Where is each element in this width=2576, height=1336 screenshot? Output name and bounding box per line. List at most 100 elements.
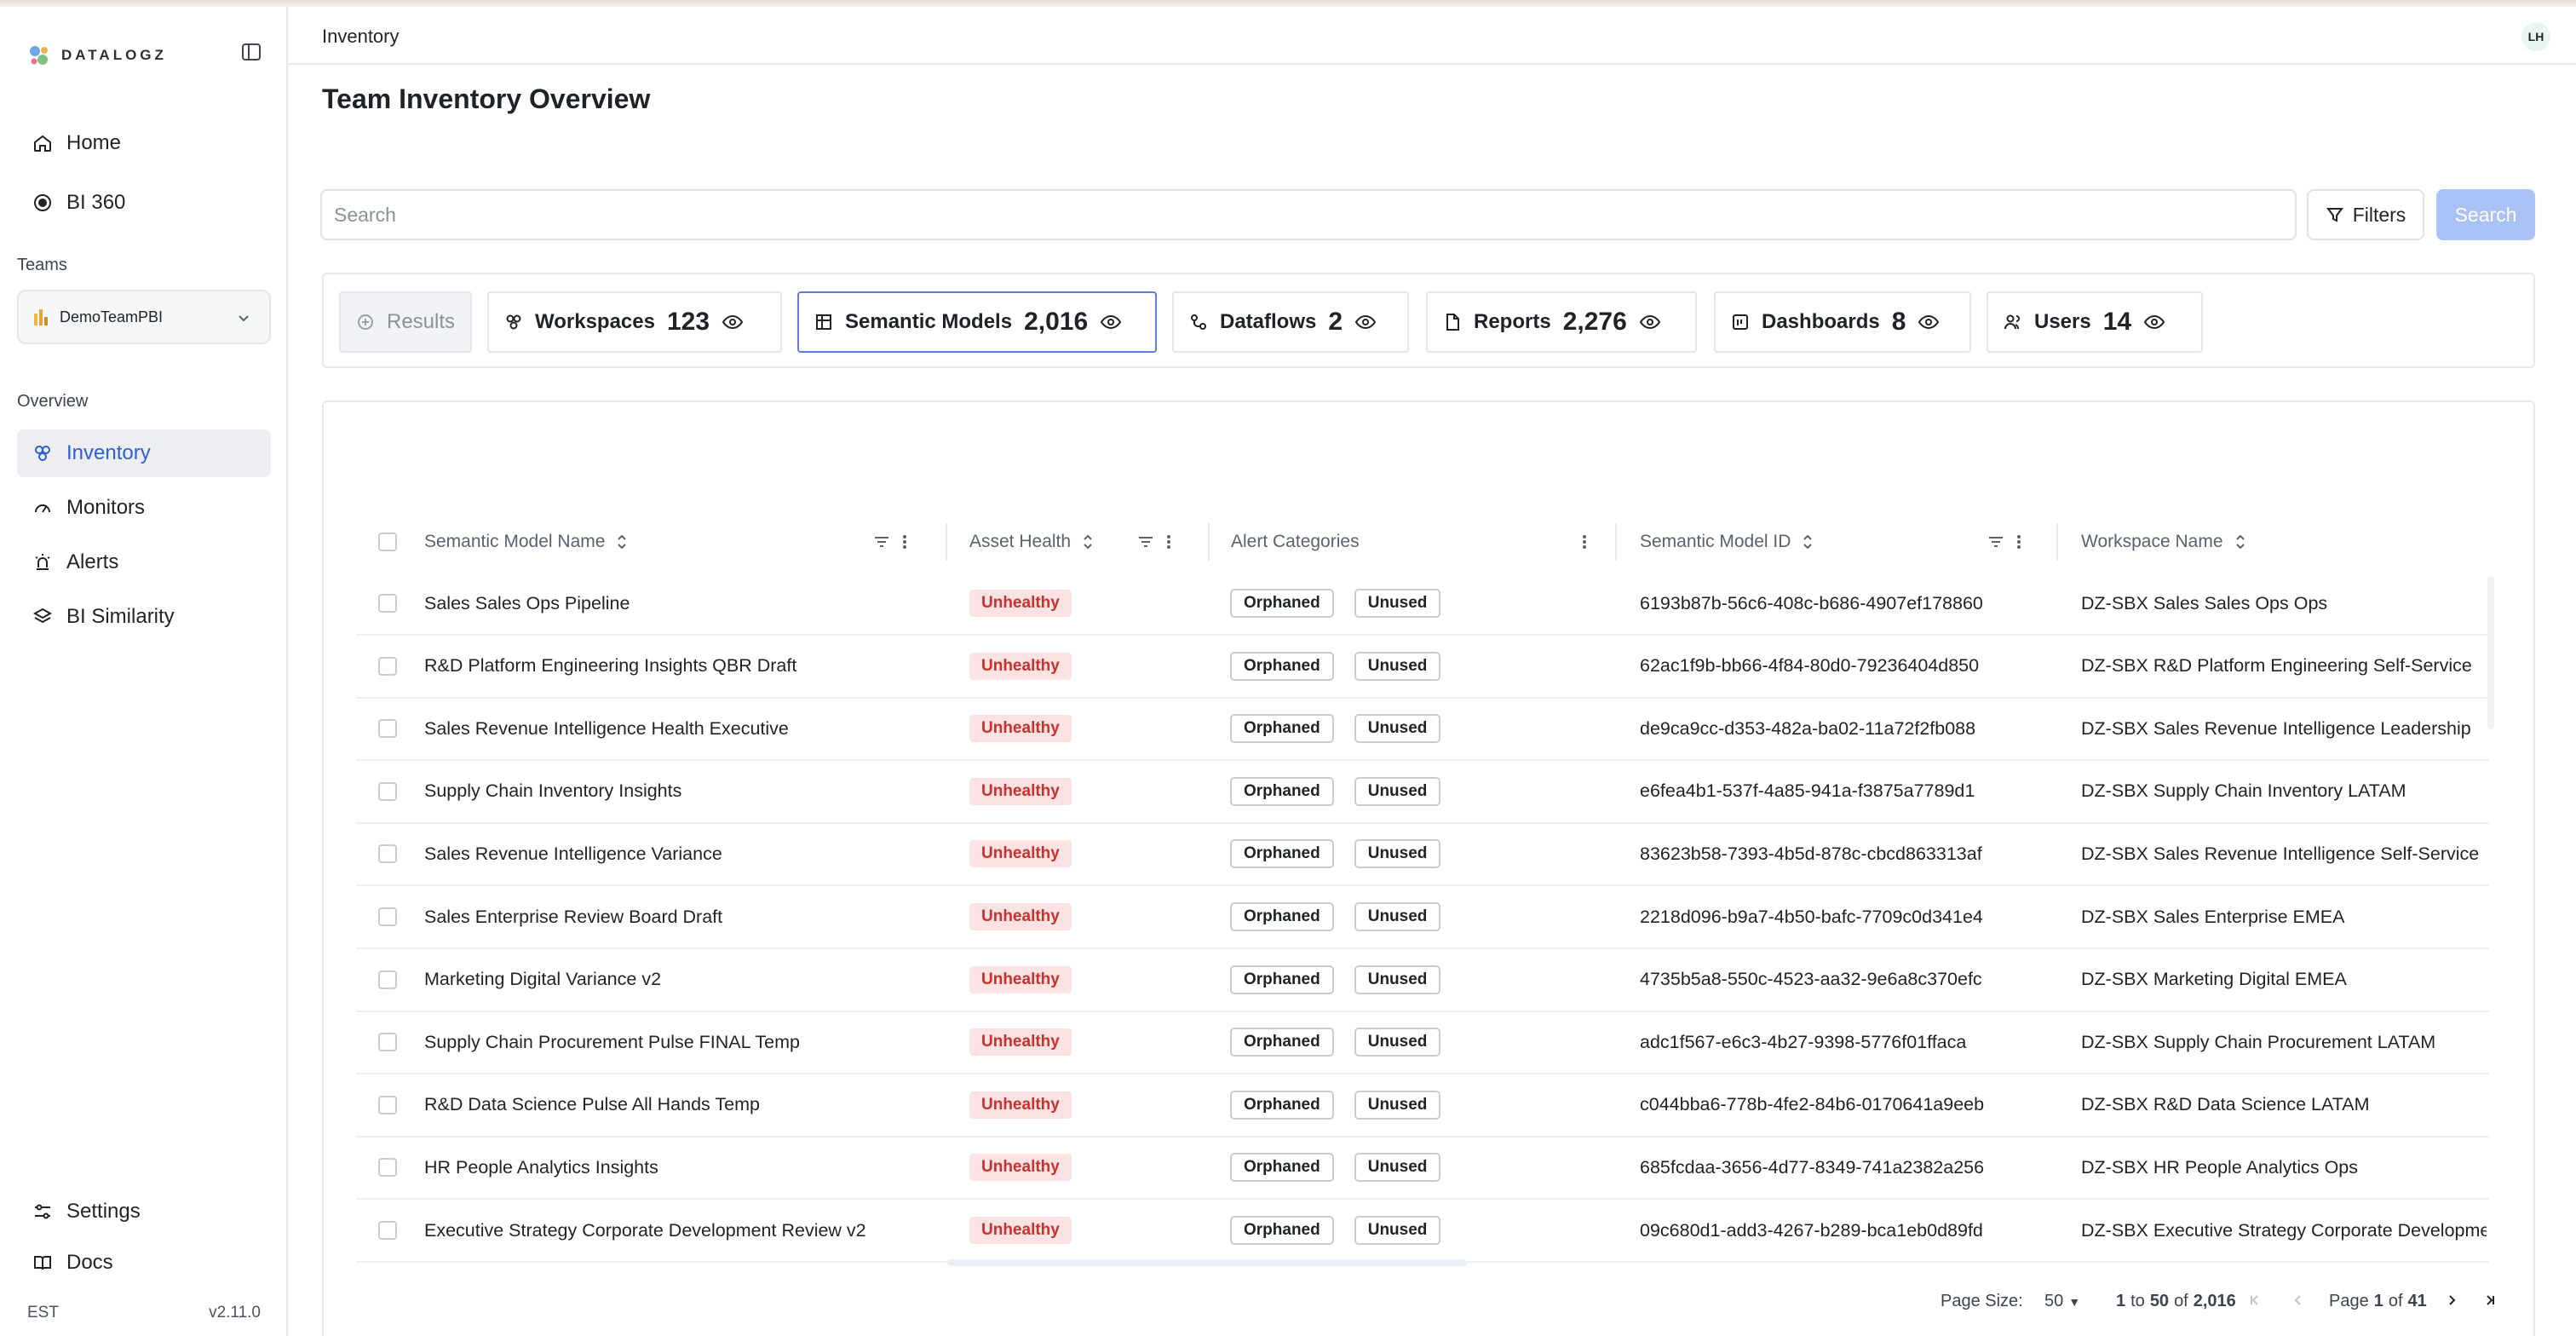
row-checkbox[interactable] bbox=[378, 1095, 397, 1114]
table-row[interactable]: Supply Chain Inventory Insights Unhealthy… bbox=[356, 761, 2489, 824]
nav-inventory[interactable]: Inventory bbox=[17, 429, 271, 477]
workspace-name[interactable]: DZ-SBX Supply Chain Inventory LATAM bbox=[2081, 761, 2487, 822]
table-row[interactable]: Sales Revenue Intelligence Variance Unhea… bbox=[356, 823, 2489, 887]
semantic-model-name[interactable]: Sales Enterprise Review Board Draft bbox=[424, 886, 935, 947]
row-checkbox[interactable] bbox=[378, 1033, 397, 1052]
eye-icon[interactable] bbox=[2143, 311, 2165, 333]
table-row[interactable]: HR People Analytics Insights Unhealthy Orp… bbox=[356, 1137, 2489, 1201]
nav-home[interactable]: Home bbox=[17, 119, 271, 167]
last-page-button[interactable] bbox=[2481, 1292, 2498, 1309]
semantic-model-name[interactable]: R&D Data Science Pulse All Hands Temp bbox=[424, 1074, 935, 1136]
nav-alerts[interactable]: Alerts bbox=[17, 538, 271, 586]
sidebar-collapse-button[interactable] bbox=[240, 41, 262, 63]
workspace-name[interactable]: DZ-SBX Sales Enterprise EMEA bbox=[2081, 886, 2487, 947]
row-checkbox[interactable] bbox=[378, 781, 397, 801]
tab-workspaces[interactable]: Workspaces 123 bbox=[487, 291, 782, 353]
sort-icon[interactable] bbox=[1801, 533, 1814, 551]
column-divider[interactable] bbox=[946, 523, 947, 561]
search-button[interactable]: Search bbox=[2436, 189, 2535, 240]
prev-page-button[interactable] bbox=[2290, 1292, 2307, 1309]
tab-semantic-models[interactable]: Semantic Models 2,016 bbox=[797, 291, 1157, 353]
semantic-model-name[interactable]: Marketing Digital Variance v2 bbox=[424, 949, 935, 1011]
column-header-alerts[interactable]: Alert Categories bbox=[1231, 528, 1360, 556]
row-select[interactable] bbox=[378, 761, 397, 822]
row-select[interactable] bbox=[378, 949, 397, 1011]
tab-dashboards[interactable]: Dashboards 8 bbox=[1714, 291, 1971, 353]
table-row[interactable]: Sales Sales Ops Pipeline Unhealthy Orphane… bbox=[356, 573, 2489, 636]
semantic-model-name[interactable]: Sales Revenue Intelligence Health Execut… bbox=[424, 698, 935, 759]
table-row[interactable]: Executive Strategy Corporate Development… bbox=[356, 1200, 2489, 1263]
filter-icon[interactable] bbox=[872, 533, 891, 551]
nav-docs[interactable]: Docs bbox=[17, 1239, 271, 1287]
row-select[interactable] bbox=[378, 698, 397, 759]
sort-icon[interactable] bbox=[1081, 533, 1095, 551]
row-checkbox[interactable] bbox=[378, 719, 397, 739]
logo[interactable]: DATALOGZ bbox=[27, 43, 167, 68]
row-select[interactable] bbox=[378, 823, 397, 884]
semantic-model-name[interactable]: Sales Sales Ops Pipeline bbox=[424, 573, 935, 634]
horizontal-scrollbar[interactable] bbox=[947, 1259, 1467, 1266]
page-size-select[interactable]: 50 ▼ bbox=[2044, 1292, 2080, 1311]
workspace-name[interactable]: DZ-SBX Supply Chain Procurement LATAM bbox=[2081, 1011, 2487, 1073]
search-input[interactable] bbox=[320, 189, 2297, 240]
row-select[interactable] bbox=[378, 1200, 397, 1261]
header-select-all[interactable] bbox=[378, 528, 397, 556]
eye-icon[interactable] bbox=[1100, 311, 1122, 333]
tab-dataflows[interactable]: Dataflows 2 bbox=[1172, 291, 1409, 353]
row-checkbox[interactable] bbox=[378, 1221, 397, 1240]
semantic-model-name[interactable]: Sales Revenue Intelligence Variance bbox=[424, 823, 935, 884]
more-vertical-icon[interactable] bbox=[901, 533, 908, 551]
row-checkbox[interactable] bbox=[378, 970, 397, 989]
workspace-name[interactable]: DZ-SBX Executive Strategy Corporate Deve… bbox=[2081, 1200, 2487, 1261]
table-row[interactable]: Supply Chain Procurement Pulse FINAL Tem… bbox=[356, 1011, 2489, 1075]
semantic-model-name[interactable]: Executive Strategy Corporate Development… bbox=[424, 1200, 935, 1261]
row-select[interactable] bbox=[378, 1011, 397, 1073]
tab-users[interactable]: Users 14 bbox=[1987, 291, 2203, 353]
row-checkbox[interactable] bbox=[378, 1158, 397, 1178]
semantic-model-name[interactable]: Supply Chain Inventory Insights bbox=[424, 761, 935, 822]
row-select[interactable] bbox=[378, 1074, 397, 1136]
nav-settings[interactable]: Settings bbox=[17, 1188, 271, 1235]
semantic-model-name[interactable]: Supply Chain Procurement Pulse FINAL Tem… bbox=[424, 1011, 935, 1073]
workspace-name[interactable]: DZ-SBX R&D Platform Engineering Self-Ser… bbox=[2081, 636, 2487, 697]
row-select[interactable] bbox=[378, 886, 397, 947]
workspace-name[interactable]: DZ-SBX Sales Sales Ops Ops bbox=[2081, 573, 2487, 634]
table-row[interactable]: Marketing Digital Variance v2 Unhealthy Or… bbox=[356, 949, 2489, 1012]
row-select[interactable] bbox=[378, 1137, 397, 1198]
column-divider[interactable] bbox=[2056, 523, 2058, 561]
workspace-name[interactable]: DZ-SBX Marketing Digital EMEA bbox=[2081, 949, 2487, 1011]
table-row[interactable]: Sales Revenue Intelligence Health Execut… bbox=[356, 698, 2489, 762]
team-select[interactable]: DemoTeamPBI bbox=[17, 290, 271, 344]
column-header-name[interactable]: Semantic Model Name bbox=[424, 528, 629, 556]
more-vertical-icon[interactable] bbox=[1165, 533, 1172, 551]
row-checkbox[interactable] bbox=[378, 907, 397, 926]
filters-button[interactable]: Filters bbox=[2307, 189, 2424, 240]
more-vertical-icon[interactable] bbox=[1581, 533, 1588, 551]
avatar[interactable]: LH bbox=[2521, 22, 2550, 51]
sort-icon[interactable] bbox=[615, 533, 629, 551]
vertical-scrollbar[interactable] bbox=[2487, 576, 2494, 729]
eye-icon[interactable] bbox=[1918, 311, 1940, 333]
semantic-model-name[interactable]: HR People Analytics Insights bbox=[424, 1137, 935, 1198]
row-select[interactable] bbox=[378, 573, 397, 634]
eye-icon[interactable] bbox=[722, 311, 744, 333]
column-divider[interactable] bbox=[1208, 523, 1210, 561]
workspace-name[interactable]: DZ-SBX Sales Revenue Intelligence Leader… bbox=[2081, 698, 2487, 759]
tab-results[interactable]: Results bbox=[339, 291, 472, 353]
eye-icon[interactable] bbox=[1354, 311, 1377, 333]
table-row[interactable]: R&D Data Science Pulse All Hands Temp Unh… bbox=[356, 1074, 2489, 1137]
column-divider[interactable] bbox=[1615, 523, 1617, 561]
sort-icon[interactable] bbox=[2234, 533, 2247, 551]
tab-reports[interactable]: Reports 2,276 bbox=[1426, 291, 1697, 353]
nav-monitors[interactable]: Monitors bbox=[17, 484, 271, 532]
filter-icon[interactable] bbox=[1136, 533, 1155, 551]
row-select[interactable] bbox=[378, 636, 397, 697]
workspace-name[interactable]: DZ-SBX HR People Analytics Ops bbox=[2081, 1137, 2487, 1198]
row-checkbox[interactable] bbox=[378, 594, 397, 613]
column-header-workspace[interactable]: Workspace Name bbox=[2081, 528, 2247, 556]
select-all-checkbox[interactable] bbox=[378, 533, 397, 551]
row-checkbox[interactable] bbox=[378, 844, 397, 864]
first-page-button[interactable] bbox=[2247, 1292, 2264, 1309]
table-row[interactable]: Sales Enterprise Review Board Draft Unhea… bbox=[356, 886, 2489, 949]
semantic-model-name[interactable]: R&D Platform Engineering Insights QBR Dr… bbox=[424, 636, 935, 697]
